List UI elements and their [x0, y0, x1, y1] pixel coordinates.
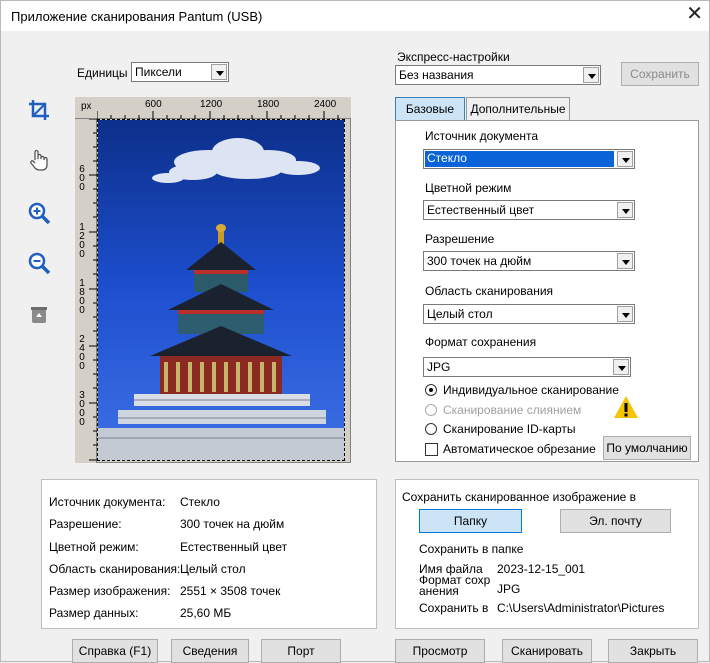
chevron-down-icon[interactable] [211, 64, 227, 80]
preview-button[interactable]: Просмотр [395, 639, 485, 663]
scan-window: Приложение сканирования Pantum (USB) ✕ Е… [0, 0, 710, 663]
default-button[interactable]: По умолчанию [603, 436, 691, 460]
save-subtitle: Сохранить в папке [419, 542, 524, 556]
color-select[interactable]: Естественный цвет [423, 200, 635, 220]
window-title: Приложение сканирования Pantum (USB) [11, 9, 263, 24]
format-save-value: JPG [497, 582, 521, 596]
express-value: Без названия [399, 68, 474, 82]
ruler-left-ticks [89, 119, 97, 461]
radio-id-card-label: Сканирование ID-карты [443, 422, 576, 436]
scan-button[interactable]: Сканировать [502, 639, 592, 663]
close-icon[interactable]: ✕ [686, 4, 703, 24]
ruler-tick: 1200 [200, 99, 223, 110]
chevron-down-icon[interactable] [613, 359, 629, 375]
zoom-in-icon[interactable] [27, 201, 51, 225]
ruler-top: px 600 1200 1800 2400 [75, 97, 351, 119]
radio-individual[interactable] [425, 384, 437, 396]
ruler-tick: 3000 [79, 390, 85, 428]
units-label: Единицы [77, 66, 128, 80]
summary-value: Естественный цвет [180, 540, 288, 554]
ruler-tick: 600 [79, 164, 85, 193]
save-preset-button[interactable]: Сохранить [621, 62, 699, 86]
chevron-down-icon[interactable] [617, 253, 633, 269]
auto-crop-checkbox[interactable] [425, 443, 438, 456]
tab-basic[interactable]: Базовые [395, 97, 465, 121]
source-select[interactable]: Стекло [423, 149, 635, 169]
ruler-tick: 1800 [79, 278, 85, 316]
ruler-tick: 2400 [79, 334, 85, 372]
ruler-tick: 1200 [79, 222, 85, 260]
color-label: Цветной режим [425, 181, 512, 195]
path-value: C:\Users\Administrator\Pictures [497, 601, 665, 615]
chevron-down-icon[interactable] [617, 151, 633, 167]
express-select[interactable]: Без названия [395, 65, 601, 85]
crop-icon[interactable] [27, 98, 51, 122]
recycle-bin-icon[interactable] [27, 303, 51, 327]
hand-icon[interactable] [27, 148, 51, 172]
summary-value: Целый стол [180, 562, 246, 576]
area-value: Целый стол [427, 307, 493, 321]
scanned-image[interactable] [97, 119, 345, 461]
ruler-top-ticks [97, 111, 339, 119]
format-value: JPG [427, 360, 451, 374]
radio-id-card[interactable] [425, 423, 437, 435]
format-save-label: Формат сохр анения [419, 573, 491, 598]
color-value: Естественный цвет [427, 203, 535, 217]
units-select[interactable]: Пиксели [131, 62, 229, 82]
summary-key: Размер данных: [49, 606, 139, 620]
summary-key: Область сканирования: [49, 562, 181, 576]
ruler-tick: 600 [145, 99, 162, 110]
summary-value: 300 точек на дюйм [180, 517, 285, 531]
source-value: Стекло [425, 151, 614, 167]
warning-icon [613, 395, 639, 419]
summary-key: Разрешение: [49, 517, 122, 531]
folder-button[interactable]: Папку [419, 509, 522, 533]
ruler-tick: 1800 [257, 99, 280, 110]
ruler-tick: 2400 [314, 99, 337, 110]
radio-merge-label: Сканирование слиянием [443, 403, 582, 417]
summary-key: Источник документа: [49, 495, 166, 509]
units-value: Пиксели [135, 65, 182, 79]
help-button[interactable]: Справка (F1) [72, 639, 158, 663]
chevron-down-icon[interactable] [617, 202, 633, 218]
source-label: Источник документа [425, 129, 539, 143]
chevron-down-icon[interactable] [617, 306, 633, 322]
area-select[interactable]: Целый стол [423, 304, 635, 324]
auto-crop-label: Автоматическое обрезание [443, 442, 596, 456]
express-label: Экспресс-настройки [397, 50, 510, 64]
radio-merge[interactable] [425, 404, 437, 416]
summary-value: Стекло [180, 495, 220, 509]
zoom-out-icon[interactable] [27, 251, 51, 275]
chevron-down-icon[interactable] [583, 67, 599, 83]
ruler-left: 600 1200 1800 2400 3000 [75, 119, 97, 463]
save-title: Сохранить сканированное изображение в [402, 490, 637, 504]
summary-value: 25,60 МБ [180, 606, 232, 620]
filename-value: 2023-12-15_001 [497, 562, 586, 576]
radio-individual-label: Индивидуальное сканирование [443, 383, 619, 397]
resolution-value: 300 точек на дюйм [427, 254, 532, 268]
resolution-label: Разрешение [425, 232, 495, 246]
email-button[interactable]: Эл. почту [560, 509, 671, 533]
info-button[interactable]: Сведения [171, 639, 249, 663]
title-bar: Приложение сканирования Pantum (USB) ✕ [1, 1, 709, 31]
port-button[interactable]: Порт [261, 639, 341, 663]
ruler-unit: px [81, 101, 92, 112]
summary-value: 2551 × 3508 точек [180, 584, 281, 598]
format-select[interactable]: JPG [423, 357, 631, 377]
summary-key: Размер изображения: [49, 584, 171, 598]
path-label: Сохранить в [419, 601, 489, 615]
area-label: Область сканирования [425, 284, 554, 298]
close-button[interactable]: Закрыть [608, 639, 698, 663]
resolution-select[interactable]: 300 точек на дюйм [423, 251, 635, 271]
tab-advanced[interactable]: Дополнительные [466, 97, 570, 121]
summary-key: Цветной режим: [49, 540, 139, 554]
format-label: Формат сохранения [425, 335, 537, 349]
